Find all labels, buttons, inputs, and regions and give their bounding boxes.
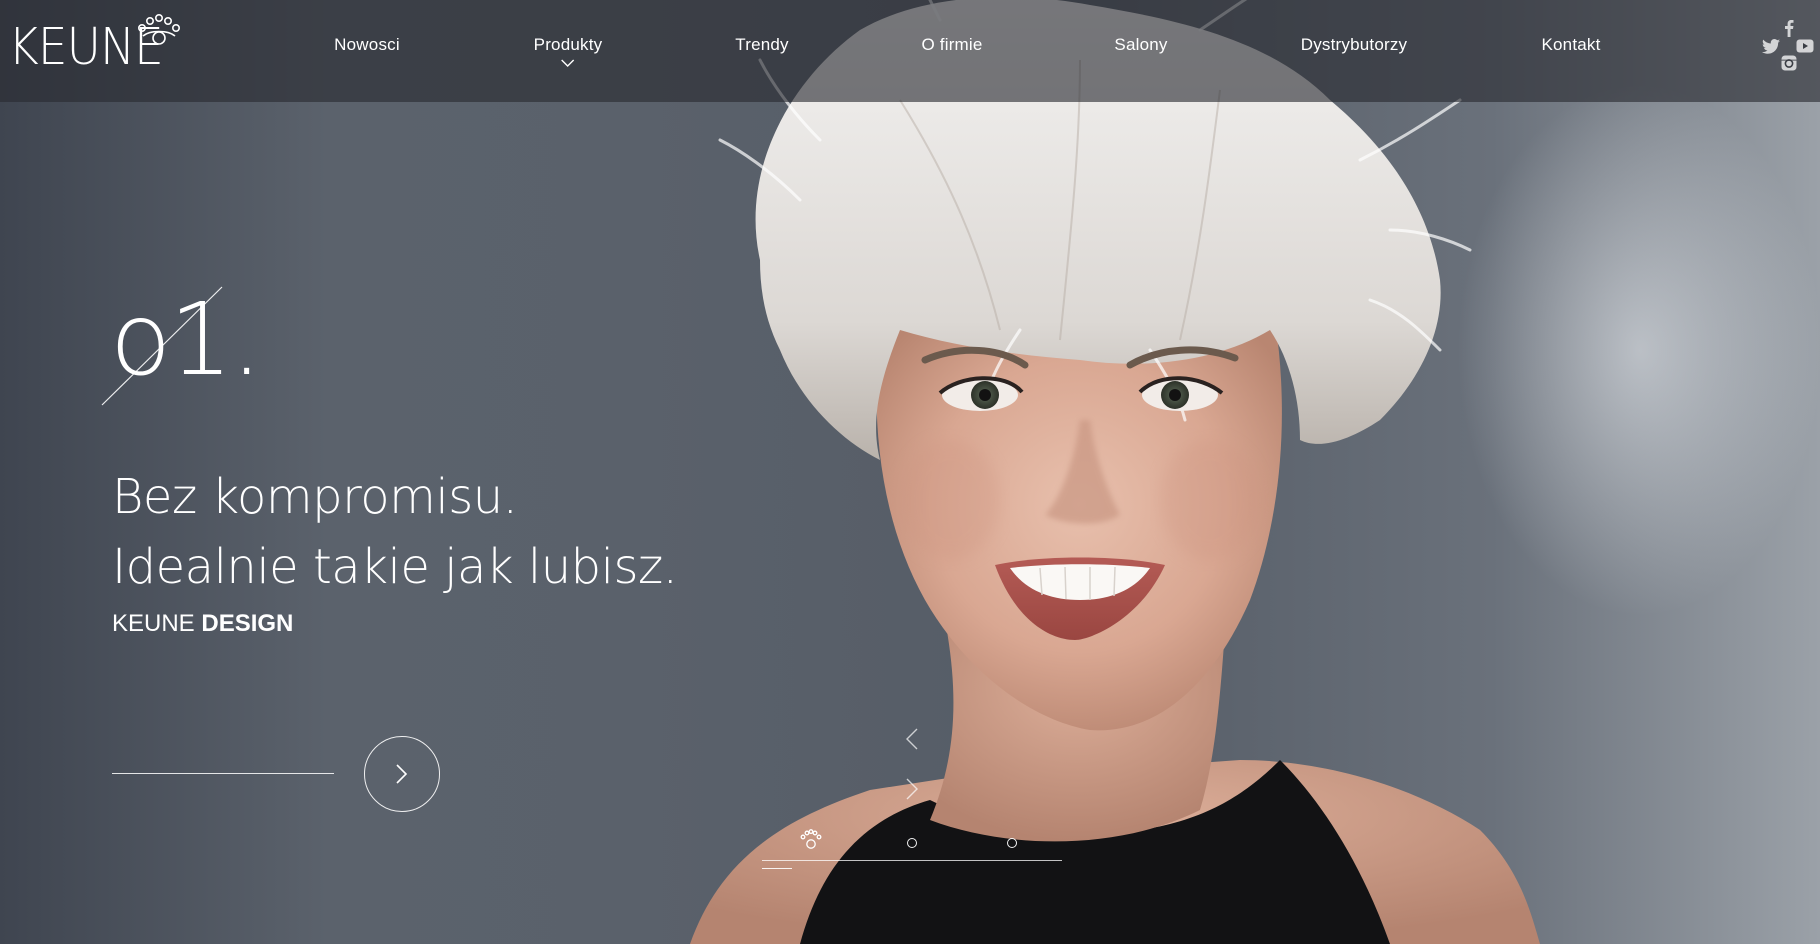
crown-icon <box>800 829 822 849</box>
top-navigation: KEUNE Nowosci Produkty Trendy O firmie S… <box>0 0 1820 102</box>
main-menu: Nowosci Produkty Trendy O firmie Salony … <box>0 0 1820 102</box>
nav-item-kontakt[interactable]: Kontakt <box>1541 35 1600 55</box>
nav-item-produkty[interactable]: Produkty <box>533 35 603 67</box>
instagram-link[interactable] <box>1774 51 1804 75</box>
nav-item-label: Produkty <box>533 35 603 54</box>
headline-line-1: Bez kompromisu. <box>112 469 518 525</box>
nav-item-nowosci[interactable]: Nowosci <box>334 35 400 55</box>
cta-divider <box>112 773 334 774</box>
slider-prev-button[interactable] <box>900 724 924 754</box>
headline-line-2: Idealnie takie jak lubisz. <box>112 539 678 595</box>
slider-dot[interactable] <box>907 838 917 848</box>
chevron-down-icon <box>561 59 575 67</box>
product-line-name: DESIGN <box>201 610 294 637</box>
nav-item-salony[interactable]: Salony <box>1114 35 1167 55</box>
slide-number: o1. <box>110 281 263 398</box>
slide-headline: Bez kompromisu. Idealnie takie jak lubis… <box>112 462 678 602</box>
slider-next-button[interactable] <box>900 774 924 804</box>
slider-track <box>762 860 1062 861</box>
instagram-icon <box>1781 55 1797 71</box>
cta-next-button[interactable] <box>364 736 440 812</box>
slider-progress <box>762 868 792 869</box>
product-line: KEUNE DESIGN <box>112 608 293 640</box>
product-line-brand: KEUNE <box>112 610 202 637</box>
nav-item-trendy[interactable]: Trendy <box>735 35 788 55</box>
nav-item-o-firmie[interactable]: O firmie <box>921 35 982 55</box>
chevron-left-icon <box>906 728 918 750</box>
chevron-right-icon <box>396 764 408 784</box>
slider-dot[interactable] <box>1007 838 1017 848</box>
chevron-right-icon <box>906 778 918 800</box>
slider-dot-active[interactable] <box>800 829 822 856</box>
nav-item-dystrybutorzy[interactable]: Dystrybutorzy <box>1301 35 1408 55</box>
